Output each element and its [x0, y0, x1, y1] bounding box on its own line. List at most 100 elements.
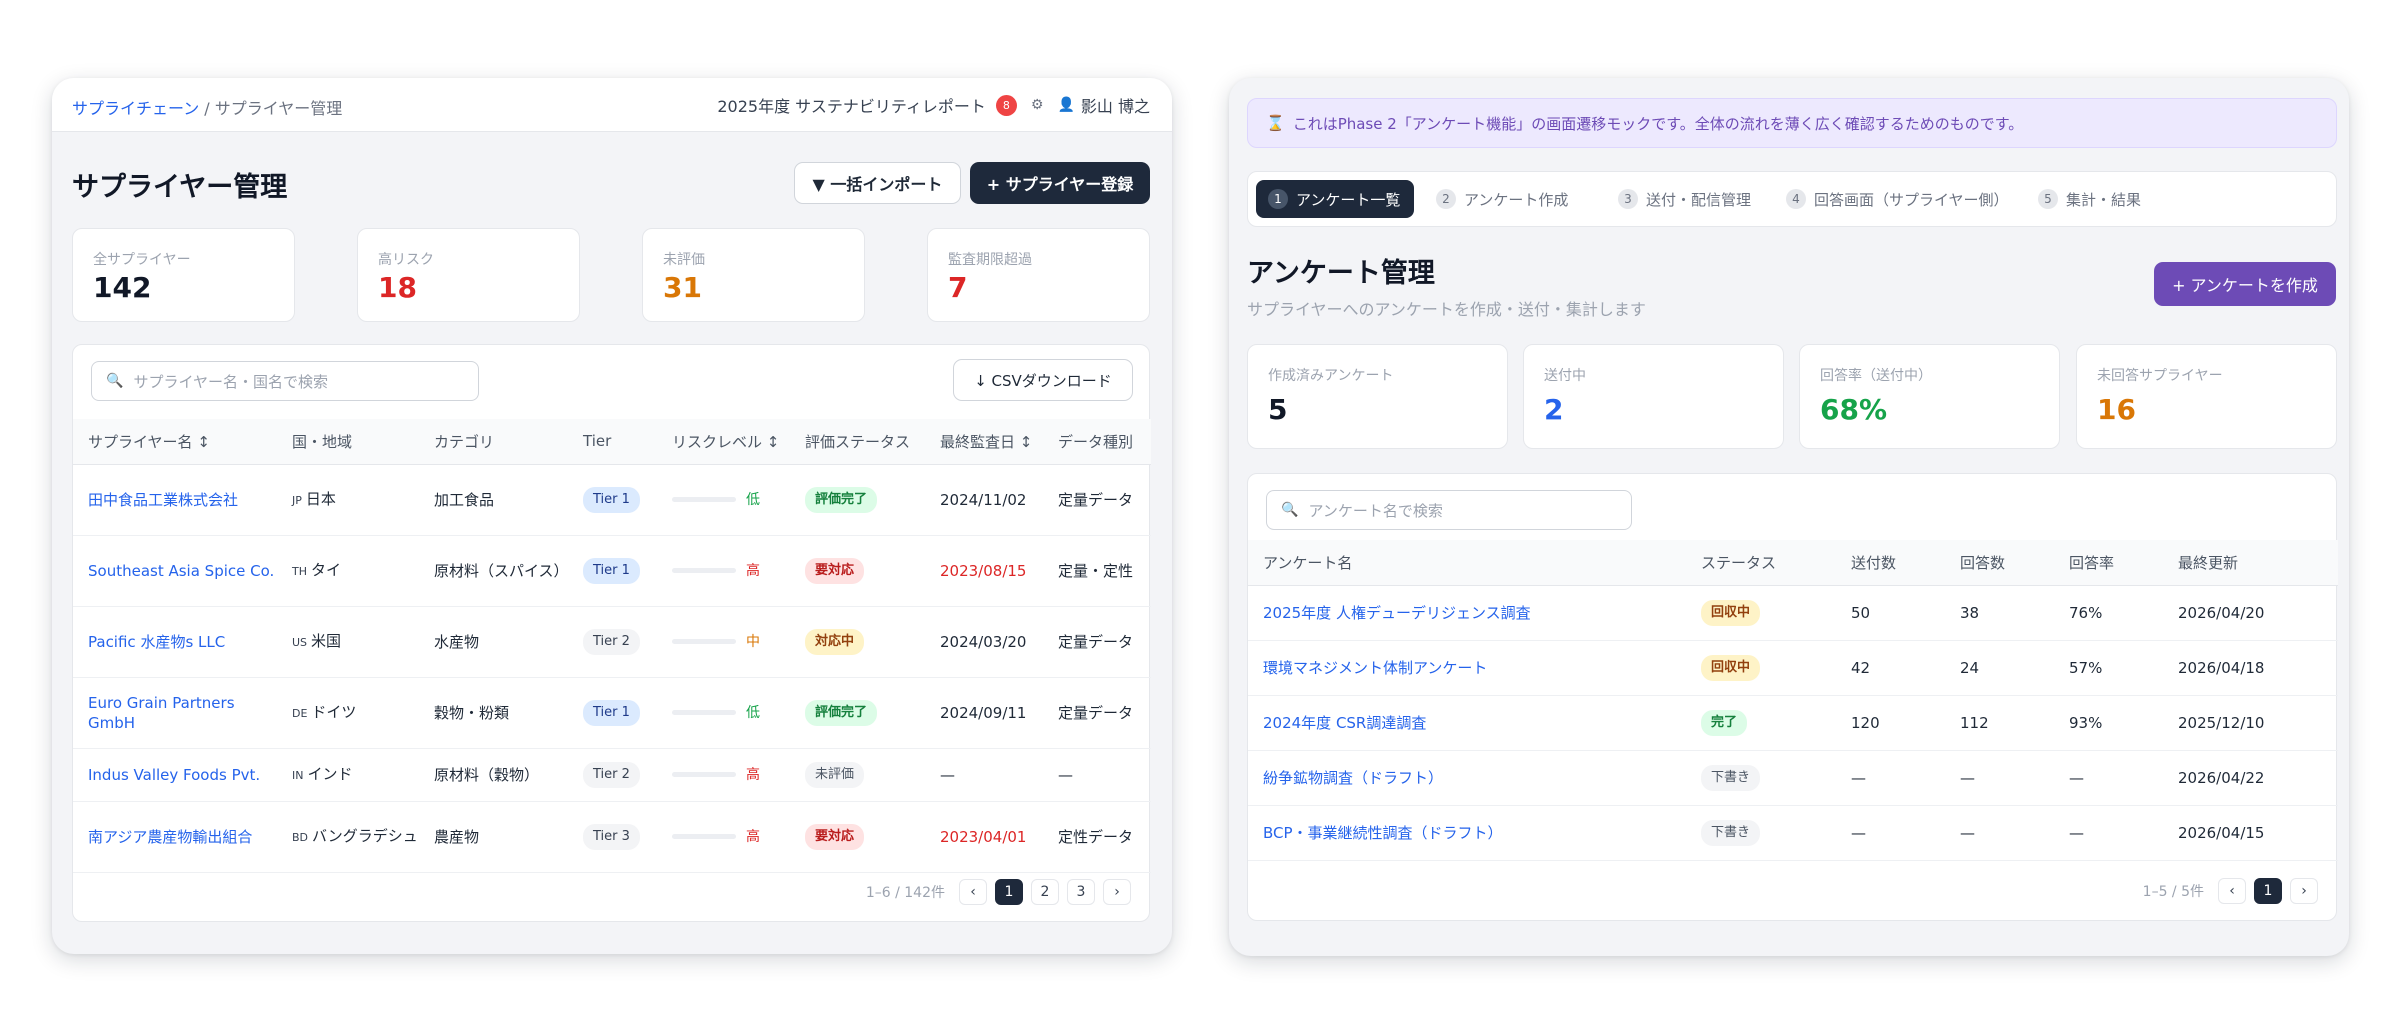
category-cell: 穀物・粉類	[419, 677, 568, 749]
pagination-summary: 1–5 / 5件	[2142, 884, 2204, 900]
category-cell: 原材料（スパイス）	[419, 535, 569, 607]
table-row[interactable]: Euro Grain Partners GmbH DE ドイツ 穀物・粉類 Tier 1…	[73, 677, 1151, 749]
table-row[interactable]: Southeast Asia Spice Co. TH タイ 原材料（スパイス） Tie…	[73, 535, 1151, 607]
column-header: カテゴリ	[419, 419, 568, 465]
gear-icon[interactable]: ⚙	[1031, 97, 1044, 113]
table-row[interactable]: 環境マネジメント体制アンケート 回収中 42 24 57% 2026/04/18	[1248, 640, 2338, 696]
country-name: タイ	[311, 560, 342, 579]
table-row[interactable]: 田中食品工業株式会社 JP 日本 加工食品 Tier 1 低評価完了 2024/11/02 定…	[73, 464, 1151, 536]
tier-cell: Tier 2	[568, 748, 657, 802]
table-row[interactable]: BCP・事業継続性調査（ドラフト） 下書き — — —2026/04/15	[1248, 805, 2338, 861]
create-survey-button[interactable]: + アンケートを作成	[2154, 262, 2336, 306]
step-tab[interactable]: 2 アンケート作成	[1424, 180, 1582, 218]
supplier-name-link[interactable]: Indus Valley Foods Pvt.	[88, 766, 260, 784]
survey-name-link[interactable]: 紛争鉱物調査（ドラフト）	[1263, 769, 1443, 787]
pagination-page[interactable]: 1	[2254, 878, 2282, 904]
step-label: 集計・結果	[2066, 190, 2142, 209]
supplier-name-link[interactable]: Euro Grain Partners GmbH	[88, 694, 235, 732]
stat-label: 作成済みアンケート	[1268, 368, 1394, 384]
pagination-page[interactable]: 2	[1031, 879, 1059, 905]
table-row[interactable]: 紛争鉱物調査（ドラフト） 下書き — — —2026/04/22	[1248, 750, 2338, 806]
supplier-name-link[interactable]: 南アジア農産物輸出組合	[88, 828, 252, 846]
step-label: アンケート作成	[1464, 190, 1569, 209]
response-rate-cell: 93%	[2054, 695, 2163, 751]
step-tab[interactable]: 3 送付・配信管理	[1606, 180, 1765, 218]
pagination-prev[interactable]: ‹	[959, 879, 987, 905]
country-code: DE	[292, 706, 308, 720]
step-tab[interactable]: 1 アンケート一覧	[1256, 180, 1415, 218]
step-number: 3	[1618, 189, 1638, 209]
pagination-prev[interactable]: ‹	[2218, 878, 2246, 904]
top-bar: サプライチェーン / サプライヤー管理 2025年度 サステナビリティレポート …	[52, 78, 1172, 132]
stat-card: 未回答サプライヤー 16	[2076, 344, 2337, 449]
tier-badge: Tier 3	[583, 823, 640, 850]
stat-label: 全サプライヤー	[93, 252, 191, 268]
category-cell: 原材料（穀物）	[419, 748, 568, 802]
stat-value: 16	[2097, 393, 2136, 426]
supplier-search-input[interactable]: 🔍 サプライヤー名・国名で検索	[91, 361, 479, 401]
pagination-next[interactable]: ›	[1103, 879, 1131, 905]
step-number: 5	[2038, 189, 2058, 209]
report-selector[interactable]: 2025年度 サステナビリティレポート	[717, 93, 986, 117]
table-row[interactable]: 南アジア農産物輸出組合 BD バングラデシュ 農産物 Tier 3 高 要対応 2023/04…	[73, 801, 1151, 873]
column-header[interactable]: リスクレベル ↕	[657, 419, 790, 465]
supplier-name-link[interactable]: Pacific 水産物s LLC	[88, 633, 225, 651]
response-rate-cell: —	[2054, 805, 2163, 861]
supplier-pagination: 1–6 / 142件 ‹ 1 2 3 ›	[866, 879, 1131, 905]
risk-level-bar	[672, 639, 736, 644]
data-type-cell: 定性データ	[1043, 801, 1151, 873]
survey-name-link[interactable]: 環境マネジメント体制アンケート	[1263, 659, 1487, 677]
csv-download-button[interactable]: ↓ CSVダウンロード	[953, 359, 1133, 401]
risk-label: 高	[746, 563, 760, 579]
country-name: バングラデシュ	[312, 826, 418, 845]
table-row[interactable]: Pacific 水産物s LLC US 米国 水産物 Tier 2 中対応中 2024/03…	[73, 606, 1151, 678]
status-badge: 未評価	[805, 761, 865, 788]
answered-count-cell: 24	[1945, 640, 2054, 696]
tier-cell: Tier 1	[568, 535, 657, 607]
survey-name-link[interactable]: 2024年度 CSR調達調査	[1263, 714, 1426, 732]
status-cell: 評価完了	[790, 677, 925, 749]
top-right-area: 2025年度 サステナビリティレポート 8 ⚙ 👤 影山 博之	[717, 93, 1150, 117]
tier-cell: Tier 3	[568, 801, 657, 873]
step-number: 1	[1268, 189, 1288, 209]
step-tab[interactable]: 5 集計・結果	[2026, 180, 2155, 218]
risk-level-bar	[672, 834, 736, 839]
status-cell: 評価完了	[790, 464, 925, 536]
country-code: TH	[292, 564, 307, 578]
breadcrumb-link-supply-chain[interactable]: サプライチェーン	[72, 99, 199, 118]
table-row[interactable]: 2024年度 CSR調達調査 完了 120 112 93% 2025/12/10	[1248, 695, 2338, 751]
pagination-page[interactable]: 1	[995, 879, 1023, 905]
notification-badge[interactable]: 8	[995, 94, 1017, 116]
column-header[interactable]: 最終監査日 ↕	[925, 419, 1043, 465]
supplier-name-link[interactable]: Southeast Asia Spice Co.	[88, 562, 274, 580]
table-row[interactable]: 2025年度 人権デューデリジェンス調査 回収中 50 38 76% 2026/04/20	[1248, 585, 2338, 641]
survey-name-link[interactable]: 2025年度 人権デューデリジェンス調査	[1263, 604, 1531, 622]
supplier-name-link[interactable]: 田中食品工業株式会社	[88, 491, 238, 509]
tier-cell: Tier 1	[568, 677, 657, 749]
stat-value: 31	[663, 271, 702, 304]
pagination-page[interactable]: 3	[1067, 879, 1095, 905]
tier-badge: Tier 1	[583, 486, 640, 513]
sent-count-cell: —	[1836, 750, 1945, 806]
stat-card: 高リスク 18	[357, 228, 580, 322]
tier-badge: Tier 1	[583, 557, 640, 584]
data-type-cell: —	[1043, 748, 1151, 802]
column-header[interactable]: サプライヤー名 ↕	[73, 419, 277, 465]
step-tab[interactable]: 4 回答画面（サプライヤー側）	[1774, 180, 2023, 218]
bulk-import-button[interactable]: ▼ 一括インポート	[794, 162, 961, 204]
survey-name-link[interactable]: BCP・事業継続性調査（ドラフト）	[1263, 824, 1503, 842]
step-number: 2	[1436, 189, 1456, 209]
stat-card: 回答率（送付中） 68%	[1799, 344, 2060, 449]
register-supplier-button[interactable]: + サプライヤー登録	[970, 162, 1150, 204]
survey-name-cell: 2024年度 CSR調達調査	[1248, 695, 1686, 751]
pagination-next[interactable]: ›	[2290, 878, 2318, 904]
step-label: 送付・配信管理	[1646, 190, 1752, 209]
table-row[interactable]: Indus Valley Foods Pvt. IN インド 原材料（穀物） Tier …	[73, 748, 1151, 802]
risk-level-fill	[672, 772, 726, 777]
tier-cell: Tier 1	[568, 464, 657, 536]
user-name[interactable]: 影山 博之	[1081, 93, 1150, 117]
data-type-cell: 定量データ	[1043, 677, 1151, 749]
survey-search-input[interactable]: 🔍 アンケート名で検索	[1266, 490, 1632, 530]
supplier-name-cell: 南アジア農産物輸出組合	[73, 801, 277, 873]
country-cell: US 米国	[277, 606, 419, 678]
